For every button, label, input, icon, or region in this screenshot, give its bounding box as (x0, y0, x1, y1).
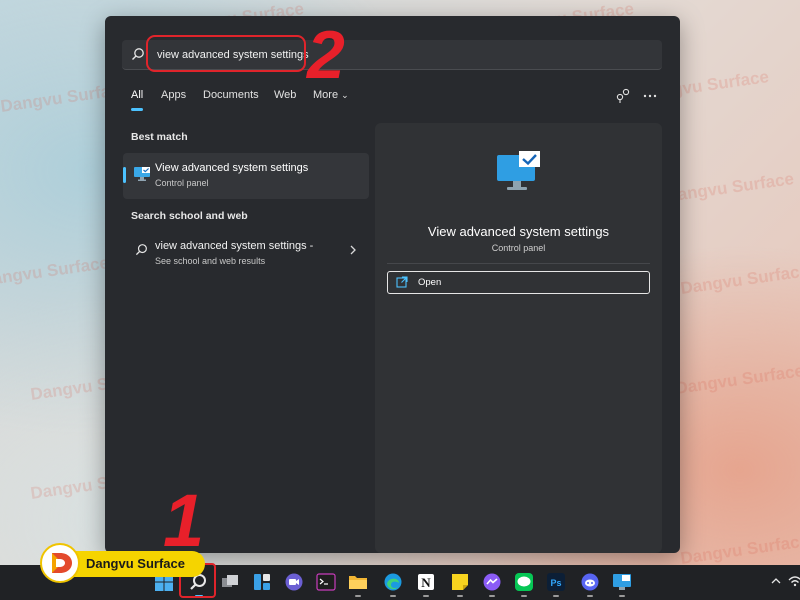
svg-text:N: N (421, 575, 431, 590)
detail-pane: View advanced system settings Control pa… (375, 123, 662, 553)
photoshop-icon[interactable]: Ps (546, 572, 566, 592)
active-tab-indicator (131, 108, 143, 111)
step-number-2: 2 (307, 17, 345, 93)
more-options-icon[interactable] (642, 88, 658, 104)
web-section-heading: Search school and web (131, 210, 248, 222)
watermark: Dangvu Surface (664, 169, 796, 206)
open-external-icon (396, 276, 408, 288)
open-button-label: Open (418, 277, 442, 288)
running-indicator (521, 595, 527, 597)
tab-all[interactable]: All (131, 89, 143, 101)
search-icon (132, 48, 144, 60)
best-match-subtitle: Control panel (155, 178, 209, 188)
watermark: Dangvu Surface (0, 253, 111, 290)
brand-logo (40, 543, 80, 583)
web-result-subtitle: See school and web results (155, 256, 266, 266)
messenger-icon[interactable] (482, 572, 502, 592)
running-indicator (423, 595, 429, 597)
running-indicator (355, 595, 361, 597)
divider (387, 263, 650, 264)
remote-desktop-icon[interactable] (612, 572, 632, 592)
file-explorer-icon[interactable] (348, 572, 368, 592)
best-match-result[interactable]: View advanced system settings Control pa… (123, 153, 369, 199)
running-indicator (390, 595, 396, 597)
discord-icon[interactable] (580, 572, 600, 592)
running-indicator (587, 595, 593, 597)
chevron-right-icon (350, 245, 356, 255)
tab-apps[interactable]: Apps (161, 89, 186, 101)
tab-more[interactable]: More ⌄ (313, 89, 349, 101)
annotation-highlight-search (146, 35, 306, 72)
open-button[interactable]: Open (387, 271, 650, 294)
detail-title: View advanced system settings (427, 224, 610, 239)
detail-subtitle: Control panel (491, 243, 546, 253)
org-chart-icon[interactable] (615, 88, 631, 104)
teams-chat-icon[interactable] (284, 572, 304, 592)
wifi-icon[interactable] (788, 574, 800, 588)
line-icon[interactable] (514, 572, 534, 592)
monitor-check-icon (497, 151, 540, 190)
running-indicator (553, 595, 559, 597)
tab-web[interactable]: Web (274, 89, 296, 101)
widgets-icon[interactable] (252, 572, 272, 592)
brand-badge: Dangvu Surface (40, 543, 205, 583)
running-indicator (619, 595, 625, 597)
running-indicator (489, 595, 495, 597)
search-icon (135, 244, 147, 256)
selection-indicator (123, 167, 126, 183)
running-indicator (457, 595, 463, 597)
web-result-title: view advanced system settings - (155, 240, 314, 252)
monitor-check-icon (134, 167, 150, 181)
chevron-down-icon: ⌄ (341, 90, 349, 100)
task-view-icon[interactable] (220, 572, 240, 592)
notion-icon[interactable]: N (416, 572, 436, 592)
best-match-heading: Best match (131, 131, 188, 143)
tab-documents[interactable]: Documents (203, 89, 259, 101)
edge-icon[interactable] (383, 572, 403, 592)
search-panel: 2 All Apps Documents Web More⌄ Best matc… (105, 16, 680, 553)
svg-text:Ps: Ps (550, 578, 561, 588)
chevron-up-icon[interactable] (770, 575, 782, 587)
watermark: Dangvu Surface (679, 261, 800, 298)
web-result-item[interactable]: view advanced system settings - See scho… (123, 237, 369, 271)
sticky-notes-icon[interactable] (450, 572, 470, 592)
brand-logo-icon (52, 553, 72, 573)
tab-more-label: More (313, 89, 339, 101)
brand-name: Dangvu Surface (86, 556, 185, 571)
watermark: Dangvu Surface (674, 361, 800, 398)
best-match-title: View advanced system settings (155, 162, 309, 174)
terminal-icon[interactable] (316, 572, 336, 592)
watermark: Dangvu Surface (679, 531, 800, 568)
